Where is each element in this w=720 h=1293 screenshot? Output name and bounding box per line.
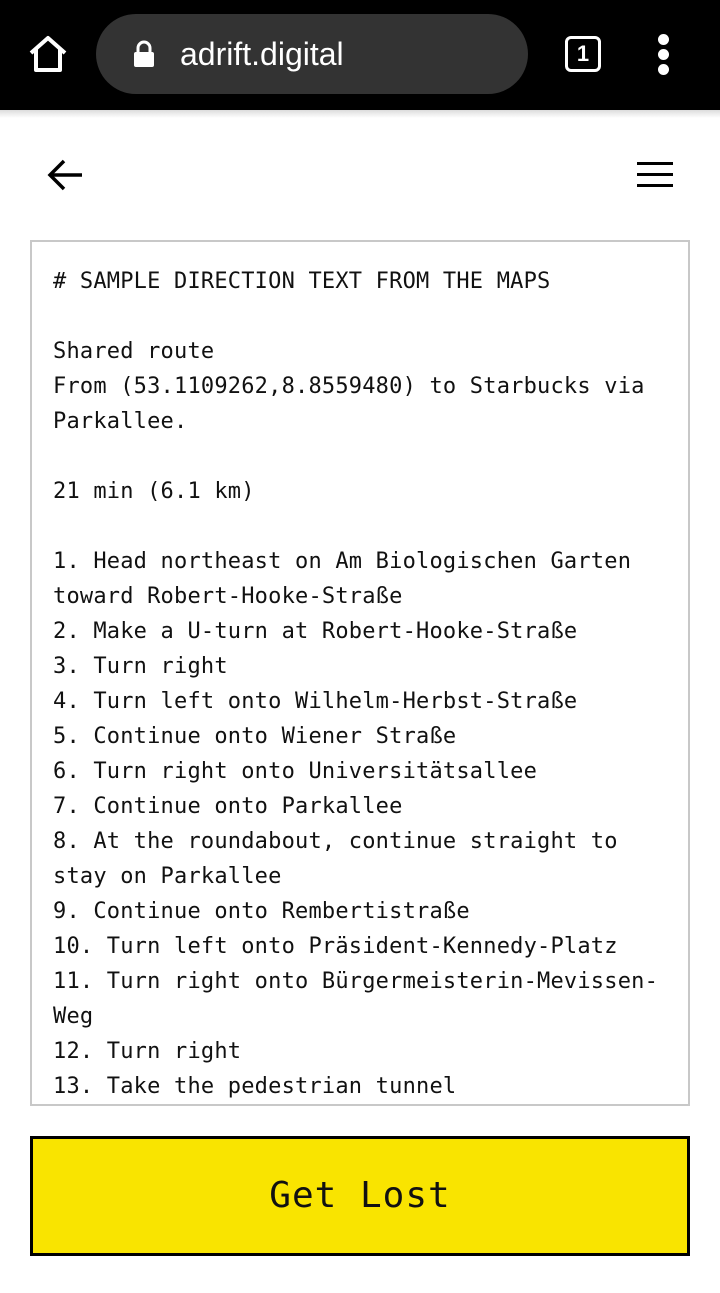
direction-line: 8. At the roundabout, continue straight … <box>53 829 618 854</box>
direction-line: Weg <box>53 1004 94 1029</box>
direction-line: 12. Turn right <box>53 1039 242 1064</box>
direction-line: 9. Continue onto Rembertistraße <box>53 899 470 924</box>
direction-line: 13. Take the pedestrian tunnel <box>53 1074 457 1099</box>
toolbar-shadow <box>0 110 720 118</box>
direction-line <box>53 509 683 544</box>
browser-toolbar: adrift.digital 1 <box>0 0 720 110</box>
direction-line: Shared route <box>53 339 215 364</box>
directions-textarea[interactable]: # SAMPLE DIRECTION TEXT FROM THE MAPS Sha… <box>30 240 690 1106</box>
direction-line: 1. Head northeast on Am Biologischen Gar… <box>53 549 632 574</box>
address-bar[interactable]: adrift.digital <box>96 14 528 94</box>
direction-line: 11. Turn right onto Bürgermeisterin-Mevi… <box>53 969 659 994</box>
direction-line: Parkallee. <box>53 409 188 434</box>
back-arrow-icon[interactable] <box>44 154 88 198</box>
home-icon[interactable] <box>26 32 70 76</box>
direction-line: 10. Turn left onto Präsident-Kennedy-Pla… <box>53 934 618 959</box>
direction-line: 5. Continue onto Wiener Straße <box>53 724 457 749</box>
overflow-menu-icon[interactable] <box>648 34 680 75</box>
direction-line: toward Robert-Hooke-Straße <box>53 584 403 609</box>
direction-line: # SAMPLE DIRECTION TEXT FROM THE MAPS <box>53 269 551 294</box>
tabs-icon[interactable]: 1 <box>565 36 601 72</box>
hamburger-menu-icon[interactable] <box>634 158 676 192</box>
direction-line: 3. Turn right <box>53 654 228 679</box>
direction-line: 21 min (6.1 km) <box>53 479 255 504</box>
lock-icon <box>132 40 156 68</box>
direction-line <box>53 439 683 474</box>
url-text: adrift.digital <box>180 36 344 72</box>
directions-text: # SAMPLE DIRECTION TEXT FROM THE MAPS Sha… <box>53 264 683 1104</box>
direction-line: 4. Turn left onto Wilhelm-Herbst-Straße <box>53 689 578 714</box>
get-lost-button[interactable]: Get Lost <box>30 1136 690 1256</box>
direction-line: stay on Parkallee <box>53 864 282 889</box>
direction-line: 7. Continue onto Parkallee <box>53 794 403 819</box>
direction-line: From (53.1109262,8.8559480) to Starbucks… <box>53 374 645 399</box>
direction-line <box>53 299 683 334</box>
direction-line: 2. Make a U-turn at Robert-Hooke-Straße <box>53 619 578 644</box>
direction-line: 6. Turn right onto Universitätsallee <box>53 759 538 784</box>
